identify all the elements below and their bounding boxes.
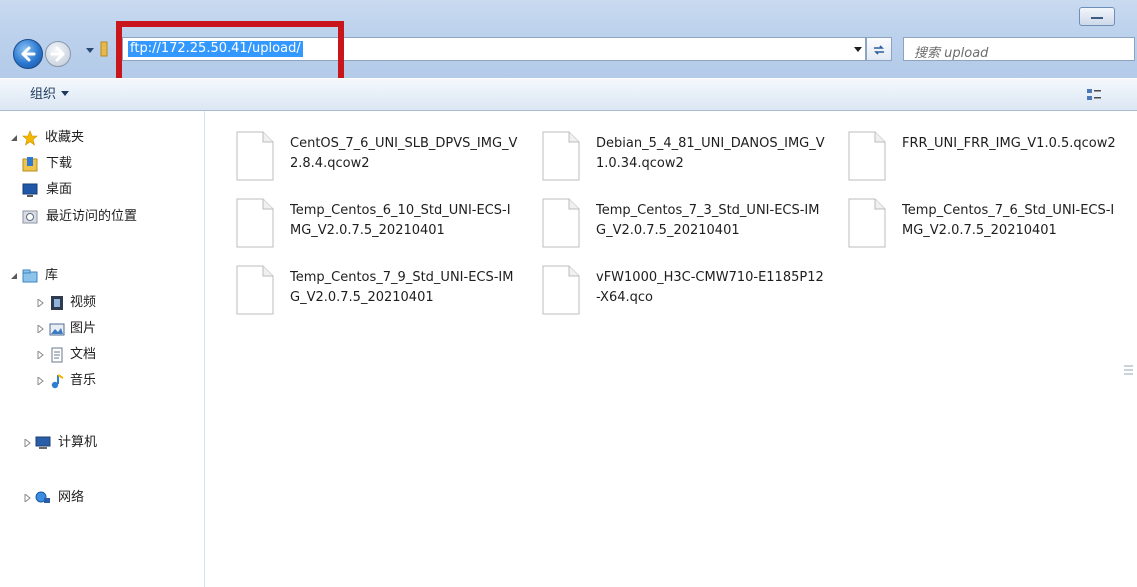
file-name: vFW1000_H3C-CMW710-E1185P12-X64.qco: [596, 270, 824, 305]
nav-network-label: 网络: [58, 490, 85, 505]
file-icon: [542, 265, 580, 315]
file-name: Temp_Centos_7_6_Std_UNI-ECS-IMG_V2.0.7.5…: [902, 203, 1115, 238]
nav-item-label: 桌面: [46, 182, 73, 197]
arrow-left-icon: [21, 46, 36, 62]
library-icon: [22, 269, 38, 283]
network-icon: [35, 491, 50, 503]
expanded-arrow-icon[interactable]: [10, 134, 18, 142]
file-item[interactable]: Temp_Centos_6_10_Std_UNI-ECS-IMG_V2.0.7.…: [205, 190, 511, 250]
nav-libraries-label: 库: [45, 268, 59, 283]
search-box[interactable]: 搜索 upload: [903, 37, 1135, 61]
address-dropdown-icon[interactable]: [851, 42, 865, 56]
chevron-down-icon: [61, 91, 70, 96]
organize-button[interactable]: 组织: [30, 87, 70, 103]
nav-item-label: 音乐: [70, 373, 97, 388]
file-icon: [848, 131, 886, 181]
file-icon: [542, 198, 580, 248]
file-list: CentOS_7_6_UNI_SLB_DPVS_IMG_V2.8.4.qcow2…: [205, 111, 1137, 587]
history-dropdown-icon[interactable]: [86, 46, 94, 54]
navigation-pane: 收藏夹 下载 桌面 最近访问的位置 库 视频 图片 文档 音乐 计算机 网络: [0, 111, 205, 587]
file-name: Debian_5_4_81_UNI_DANOS_IMG_V1.0.34.qcow…: [596, 136, 825, 171]
file-icon: [542, 131, 580, 181]
expanded-arrow-icon[interactable]: [10, 272, 18, 280]
nav-item-label: 文档: [70, 347, 97, 362]
pictures-library-icon: [49, 323, 65, 336]
change-view-icon[interactable]: [1085, 86, 1103, 104]
file-name: Temp_Centos_6_10_Std_UNI-ECS-IMG_V2.0.7.…: [290, 203, 511, 238]
file-item[interactable]: CentOS_7_6_UNI_SLB_DPVS_IMG_V2.8.4.qcow2: [205, 123, 517, 183]
file-name: Temp_Centos_7_3_Std_UNI-ECS-IMG_V2.0.7.5…: [596, 203, 820, 238]
collapsed-arrow-icon[interactable]: [37, 325, 45, 333]
forward-button[interactable]: [45, 41, 71, 67]
arrow-right-icon: [50, 46, 65, 62]
minimize-button[interactable]: [1079, 7, 1115, 26]
collapsed-arrow-icon[interactable]: [24, 494, 32, 502]
nav-item-label: 最近访问的位置: [46, 209, 138, 224]
refresh-icon: [874, 45, 884, 55]
nav-favorites-label: 收藏夹: [45, 130, 85, 145]
nav-item-label: 下载: [46, 156, 73, 171]
documents-library-icon: [51, 347, 63, 363]
video-library-icon: [51, 296, 63, 310]
file-item[interactable]: Debian_5_4_81_UNI_DANOS_IMG_V1.0.34.qcow…: [511, 123, 825, 183]
back-button[interactable]: [13, 39, 43, 69]
nav-computer-label: 计算机: [58, 435, 98, 450]
collapsed-arrow-icon[interactable]: [37, 299, 45, 307]
search-input[interactable]: 搜索 upload: [914, 42, 988, 61]
title-bar: ftp://172.25.50.41/upload/ 搜索 upload: [0, 0, 1137, 91]
collapsed-arrow-icon[interactable]: [37, 377, 45, 385]
file-item[interactable]: Temp_Centos_7_6_Std_UNI-ECS-IMG_V2.0.7.5…: [817, 190, 1137, 250]
file-item[interactable]: Temp_Centos_7_9_Std_UNI-ECS-IMG_V2.0.7.5…: [205, 257, 513, 317]
file-name: Temp_Centos_7_9_Std_UNI-ECS-IMG_V2.0.7.5…: [290, 270, 514, 305]
file-icon: [236, 131, 274, 181]
file-icon: [848, 198, 886, 248]
download-folder-icon: [22, 157, 38, 172]
nav-item-label: 视频: [70, 295, 97, 310]
file-name: FRR_UNI_FRR_IMG_V1.0.5.qcow2: [902, 136, 1116, 151]
star-icon: [22, 130, 38, 146]
collapsed-arrow-icon[interactable]: [37, 351, 45, 359]
file-item[interactable]: FRR_UNI_FRR_IMG_V1.0.5.qcow2: [817, 123, 1137, 183]
organize-label: 组织: [30, 87, 57, 102]
file-name: CentOS_7_6_UNI_SLB_DPVS_IMG_V2.8.4.qcow2: [290, 136, 518, 171]
file-icon: [236, 265, 274, 315]
nav-item-label: 图片: [70, 321, 97, 336]
folder-icon: [100, 41, 108, 57]
desktop-icon: [22, 183, 38, 197]
command-bar: 组织: [0, 78, 1137, 111]
file-item[interactable]: Temp_Centos_7_3_Std_UNI-ECS-IMG_V2.0.7.5…: [511, 190, 819, 250]
music-library-icon: [51, 374, 64, 389]
computer-icon: [35, 436, 51, 449]
refresh-button[interactable]: [866, 37, 892, 61]
collapsed-arrow-icon[interactable]: [24, 439, 32, 447]
recent-places-icon: [22, 210, 38, 224]
minimize-icon: [1091, 17, 1103, 19]
file-icon: [236, 198, 274, 248]
resize-grip-icon[interactable]: [1124, 364, 1133, 376]
file-item[interactable]: vFW1000_H3C-CMW710-E1185P12-X64.qco: [511, 257, 824, 317]
